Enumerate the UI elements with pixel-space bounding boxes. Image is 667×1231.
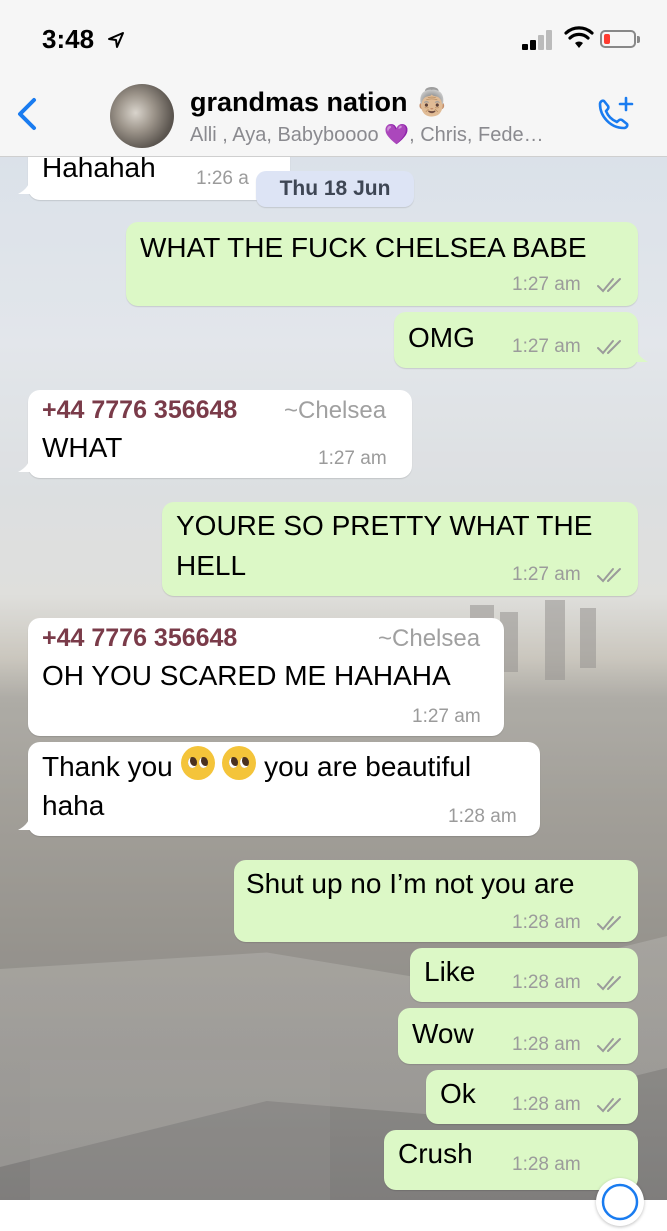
status-bar: 3:48 <box>0 0 667 72</box>
date-separator: Thu 18 Jun <box>256 171 414 207</box>
message-bubble[interactable]: Shut up no I’m not you are 1:28 am <box>234 860 638 942</box>
message-time: 1:27 am <box>412 706 481 727</box>
message-text: OMG <box>408 322 475 353</box>
message-bubble[interactable]: OMG 1:27 am <box>394 312 648 368</box>
message-time: 1:28 am <box>512 1094 581 1115</box>
bubble-tail <box>18 814 36 830</box>
bubble-tail <box>630 346 648 362</box>
message-bubble[interactable]: +44 7776 356648 ~Chelsea WHAT 1:27 am <box>18 390 412 478</box>
message-text: WHAT THE FUCK CHELSEA BABE <box>140 232 587 263</box>
message-text: Ok <box>440 1078 476 1109</box>
read-receipt-icon <box>597 976 621 991</box>
message-text-line: Thank you you are beautiful <box>42 746 471 787</box>
message-bubble[interactable]: +44 7776 356648 ~Chelsea OH YOU SCARED M… <box>28 618 504 736</box>
wifi-icon <box>564 26 594 48</box>
message-bubble[interactable]: Ok 1:28 am <box>426 1070 638 1124</box>
message-text: Crush <box>398 1138 473 1169</box>
message-time: 1:27 am <box>512 564 581 585</box>
location-arrow-icon <box>108 32 124 48</box>
message-time: 1:28 am <box>448 806 517 827</box>
message-text-part: Thank you <box>42 751 173 782</box>
read-receipt-icon <box>597 568 621 583</box>
message-bubble[interactable]: WHAT THE FUCK CHELSEA BABE 1:27 am <box>126 222 638 306</box>
message-text-line: haha <box>42 790 105 821</box>
message-time: 1:28 am <box>512 1034 581 1055</box>
message-bubble[interactable]: Wow 1:28 am <box>398 1008 638 1064</box>
message-bubble[interactable]: Like 1:28 am <box>410 948 638 1002</box>
status-time: 3:48 <box>42 24 95 54</box>
message-text-part: you are beautiful <box>264 751 472 782</box>
message-time: 1:27 am <box>318 448 387 469</box>
bubble-tail <box>18 456 36 472</box>
message-text: Shut up no I’m not you are <box>246 868 575 899</box>
sender-name: ~Chelsea <box>284 397 387 424</box>
message-text-line: YOURE SO PRETTY WHAT THE <box>176 510 593 541</box>
bubble-tail <box>18 178 36 194</box>
sender-phone[interactable]: +44 7776 356648 <box>42 624 237 653</box>
pleading-face-icon <box>180 746 215 780</box>
chat-header: grandmas nation 👵🏼 Alli , Aya, Babyboooo… <box>0 72 667 157</box>
scroll-down-icon[interactable] <box>596 1178 644 1226</box>
message-text: OH YOU SCARED ME HAHAHA <box>42 660 451 691</box>
message-time: 1:27 am <box>512 336 581 357</box>
message-time: 1:26 a <box>196 168 249 189</box>
battery-icon <box>600 30 640 48</box>
message-time: 1:27 am <box>512 274 581 295</box>
read-receipt-icon <box>597 340 621 355</box>
message-time: 1:28 am <box>512 912 581 933</box>
group-name[interactable]: grandmas nation 👵🏼 <box>190 86 449 118</box>
message-time: 1:28 am <box>512 1154 581 1175</box>
message-text: Wow <box>412 1018 474 1049</box>
group-members[interactable]: Alli , Aya, Babyboooo 💜, Chris, Fede… <box>190 122 544 147</box>
pleading-face-icon <box>222 746 257 780</box>
sender-phone[interactable]: +44 7776 356648 <box>42 396 237 425</box>
read-receipt-icon <box>597 916 621 931</box>
read-receipt-icon <box>597 278 621 293</box>
read-receipt-icon <box>597 1038 621 1053</box>
message-text-line: HELL <box>176 550 247 581</box>
add-call-icon[interactable] <box>592 94 636 138</box>
message-time: 1:28 am <box>512 972 581 993</box>
read-receipt-icon <box>597 1098 621 1113</box>
signal-icon <box>522 30 554 50</box>
message-bubble[interactable]: YOURE SO PRETTY WHAT THE HELL 1:27 am <box>162 502 638 596</box>
chevron-left-icon[interactable] <box>12 92 42 136</box>
message-text: Like <box>424 956 476 987</box>
sender-name: ~Chelsea <box>378 625 481 652</box>
group-avatar[interactable] <box>110 84 174 148</box>
message-bubble[interactable]: Thank you you are beautiful haha 1:28 am <box>18 742 540 836</box>
message-text: WHAT <box>42 432 123 463</box>
